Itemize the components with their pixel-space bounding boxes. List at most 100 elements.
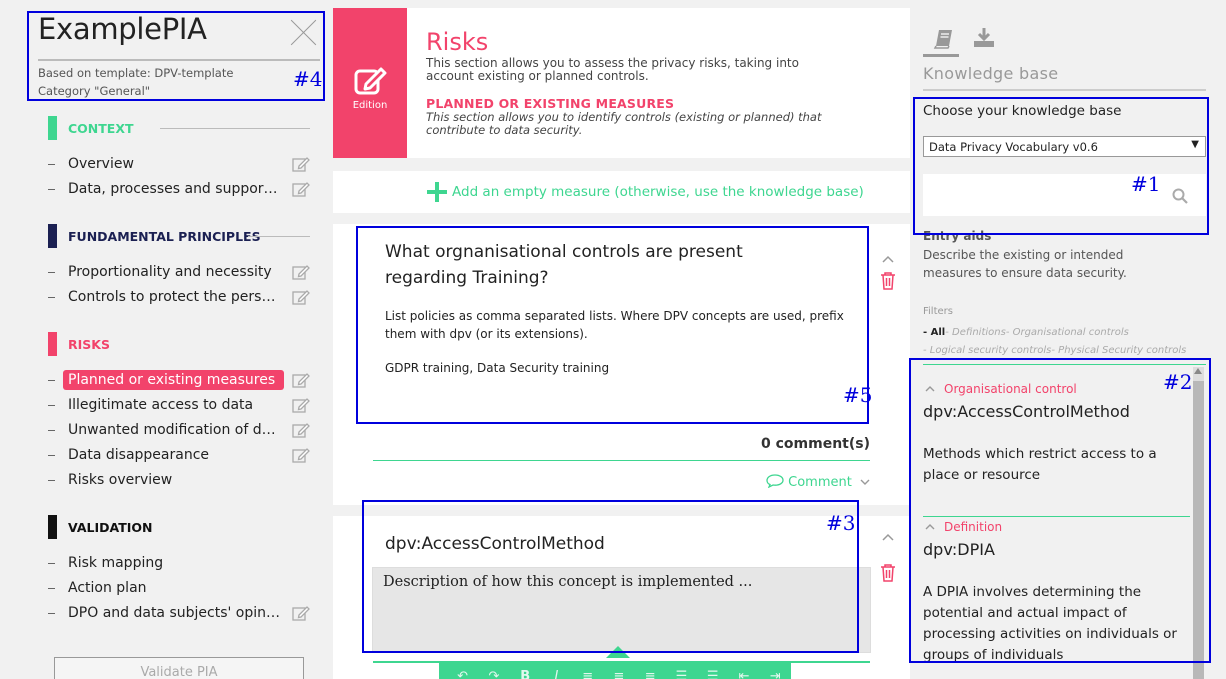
sidebar-item-controls-personal[interactable]: Controls to protect the personal data su… — [48, 287, 310, 309]
comment-label: Comment — [788, 475, 852, 490]
edit-icon — [292, 290, 310, 305]
kb-title: Knowledge base — [923, 64, 1059, 83]
section-color-bar — [48, 515, 57, 539]
annotation-label-3: #3 — [826, 511, 856, 535]
edition-badge: Edition — [333, 8, 407, 158]
chevron-up-icon[interactable] — [882, 532, 894, 544]
section-fundamental-principles: FUNDAMENTAL PRINCIPLES — [48, 224, 310, 248]
indent-icon[interactable]: ⇥ — [760, 663, 791, 679]
annotation-label-5: #5 — [843, 383, 873, 407]
italic-button[interactable]: I — [541, 663, 572, 679]
entry-aids-description: Describe the existing or intended measur… — [923, 248, 1127, 280]
book-icon[interactable] — [932, 28, 954, 50]
edit-icon — [354, 67, 387, 95]
edit-icon — [292, 398, 310, 413]
validate-pia-button[interactable]: Validate PIA — [54, 657, 304, 679]
divider — [373, 460, 870, 461]
numbered-list-icon[interactable]: ☰ — [697, 663, 728, 679]
filters-label: Filters — [923, 306, 953, 317]
annotation-box-3 — [362, 500, 859, 653]
sidebar-item-label: Illegitimate access to data — [68, 397, 254, 413]
sidebar-item-label: Planned or existing measures — [63, 370, 284, 390]
filter-row-1[interactable]: - Definitions- Organisational controls — [945, 327, 1129, 338]
section-label: RISKS — [68, 337, 110, 352]
bullet-list-icon[interactable]: ☰ — [666, 663, 697, 679]
section-header: Edition Risks This section allows you to… — [333, 8, 910, 158]
sidebar-item-dpo-opinions[interactable]: DPO and data subjects' opinions — [48, 603, 310, 625]
sidebar-item-label: DPO and data subjects' opinions — [68, 605, 282, 621]
filters: - All- Definitions- Organisational contr… — [923, 324, 1206, 360]
sidebar-item-illegitimate-access[interactable]: Illegitimate access to data — [48, 395, 310, 417]
download-icon[interactable] — [973, 27, 995, 49]
sidebar-item-label: Risk mapping — [68, 555, 164, 571]
comment-button[interactable]: Comment — [766, 474, 870, 490]
sidebar-item-label: Proportionality and necessity — [68, 264, 272, 280]
align-right-icon[interactable]: ≡ — [635, 663, 666, 679]
sidebar-item-label: Data, processes and supporting assets — [68, 181, 282, 197]
annotation-box-1 — [913, 97, 1209, 235]
sidebar-item-data-disappearance[interactable]: Data disappearance — [48, 445, 310, 467]
edit-icon — [292, 157, 310, 172]
plus-icon — [427, 182, 447, 202]
sidebar-item-data-processes[interactable]: Data, processes and supporting assets — [48, 179, 310, 201]
section-label: CONTEXT — [68, 121, 134, 136]
edit-icon — [292, 373, 310, 388]
edit-icon — [292, 182, 310, 197]
undo-icon[interactable]: ↶ — [447, 663, 478, 679]
section-context: CONTEXT — [48, 116, 310, 140]
chevron-up-icon[interactable] — [882, 254, 894, 266]
outdent-icon[interactable]: ⇤ — [728, 663, 759, 679]
annotation-label-2: #2 — [1163, 370, 1193, 394]
page-description: This section allows you to assess the pr… — [426, 56, 799, 83]
page-subdescription: This section allows you to identify cont… — [426, 110, 822, 137]
bold-button[interactable]: B — [510, 663, 541, 679]
section-color-bar — [48, 116, 57, 140]
section-validation: VALIDATION — [48, 515, 310, 539]
edit-icon — [292, 448, 310, 463]
section-color-bar — [48, 332, 57, 356]
divider — [923, 89, 1206, 91]
annotation-label-1: #1 — [1131, 172, 1161, 196]
page-subtitle: PLANNED OR EXISTING MEASURES — [426, 96, 675, 111]
sidebar-item-proportionality[interactable]: Proportionality and necessity — [48, 262, 310, 284]
sidebar-item-label: Data disappearance — [68, 447, 210, 463]
tab-underline — [923, 54, 959, 57]
align-center-icon[interactable]: ≡ — [603, 663, 634, 679]
trash-icon[interactable] — [880, 272, 896, 290]
filter-all[interactable]: - All — [923, 327, 945, 338]
divider — [248, 236, 310, 237]
sidebar-item-unwanted-modification[interactable]: Unwanted modification of data — [48, 420, 310, 442]
section-risks: RISKS — [48, 332, 310, 356]
align-left-icon[interactable]: ≡ — [572, 663, 603, 679]
comment-icon — [766, 474, 784, 489]
sidebar-item-planned-measures[interactable]: Planned or existing measures — [48, 370, 310, 392]
annotation-box-4 — [27, 11, 325, 101]
annotation-label-4: #4 — [293, 67, 323, 91]
sidebar-item-action-plan[interactable]: Action plan — [48, 578, 310, 600]
section-color-bar — [48, 224, 57, 248]
sidebar-item-risk-mapping[interactable]: Risk mapping — [48, 553, 310, 575]
annotation-box-5 — [356, 226, 869, 424]
edit-icon — [292, 606, 310, 621]
page-title: Risks — [426, 28, 489, 56]
sidebar-item-label: Risks overview — [68, 472, 173, 488]
sidebar-item-label: Action plan — [68, 580, 147, 596]
edit-icon — [292, 265, 310, 280]
trash-icon[interactable] — [880, 564, 896, 582]
editor-toolbar: ↶ ↷ B I ≡ ≡ ≡ ☰ ☰ ⇤ ⇥ — [439, 663, 791, 679]
annotation-box-2 — [909, 358, 1211, 663]
add-measure-label: Add an empty measure (otherwise, use the… — [452, 184, 864, 200]
section-label: VALIDATION — [68, 520, 153, 535]
sidebar: ExamplePIA Based on template: DPV-templa… — [0, 0, 320, 679]
comment-count[interactable]: 0 comment(s) — [761, 436, 870, 452]
sidebar-item-label: Unwanted modification of data — [68, 422, 282, 438]
section-label: FUNDAMENTAL PRINCIPLES — [68, 229, 261, 244]
chevron-down-icon — [860, 479, 870, 485]
sidebar-item-label: Controls to protect the personal data su… — [68, 289, 282, 305]
edit-icon — [292, 423, 310, 438]
add-measure-button[interactable]: Add an empty measure (otherwise, use the… — [333, 171, 910, 213]
sidebar-item-risks-overview[interactable]: Risks overview — [48, 470, 310, 492]
redo-icon[interactable]: ↷ — [478, 663, 509, 679]
sidebar-item-overview[interactable]: Overview — [48, 154, 310, 176]
divider — [160, 128, 310, 129]
